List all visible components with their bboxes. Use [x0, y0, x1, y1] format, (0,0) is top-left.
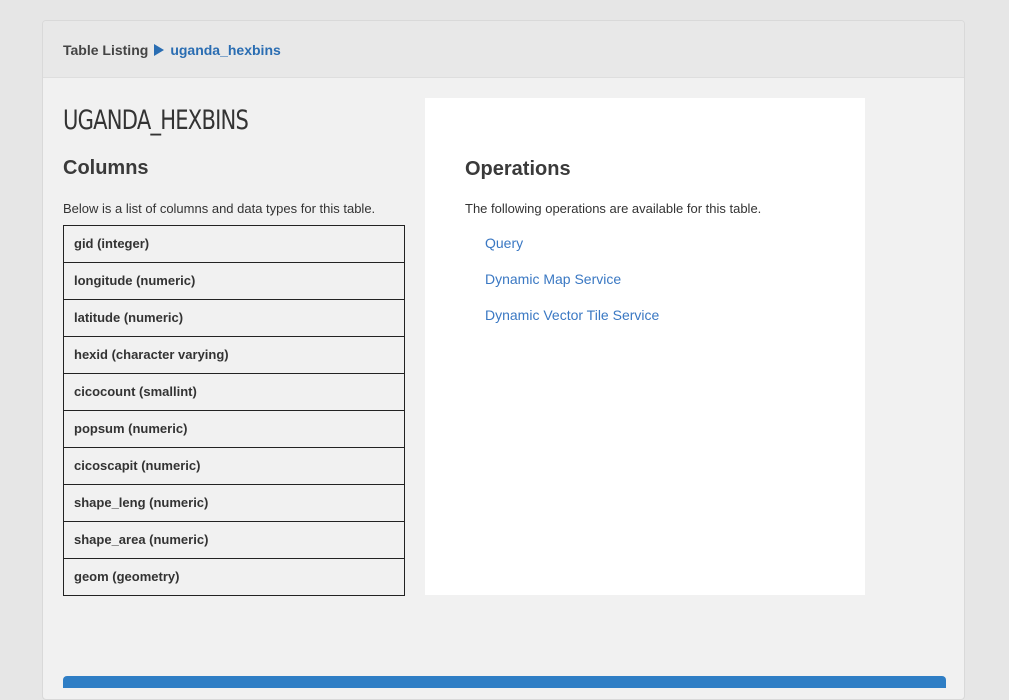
dynamic-map-service-link[interactable]: Dynamic Map Service: [485, 271, 621, 287]
column-item: longitude (numeric): [64, 263, 404, 300]
breadcrumb-current[interactable]: uganda_hexbins: [170, 42, 280, 58]
dynamic-vector-tile-service-link[interactable]: Dynamic Vector Tile Service: [485, 307, 659, 323]
column-item: cicoscapit (numeric): [64, 448, 404, 485]
operation-item: Query: [485, 234, 659, 270]
query-link[interactable]: Query: [485, 235, 523, 251]
columns-heading: Columns: [63, 157, 149, 179]
columns-list: gid (integer) longitude (numeric) latitu…: [63, 225, 405, 596]
breadcrumb-arrow-icon: [154, 44, 165, 56]
column-item: shape_area (numeric): [64, 522, 404, 559]
column-item: shape_leng (numeric): [64, 485, 404, 522]
main-panel: Table Listing uganda_hexbins UGANDA_HEXBI…: [42, 20, 965, 700]
bottom-bar: [63, 676, 946, 688]
breadcrumb-root[interactable]: Table Listing: [63, 42, 148, 58]
operation-item: Dynamic Vector Tile Service: [485, 306, 659, 342]
operations-panel: Operations The following operations are …: [425, 98, 865, 595]
breadcrumb: Table Listing uganda_hexbins: [63, 42, 281, 58]
columns-description: Below is a list of columns and data type…: [63, 201, 376, 216]
operations-heading: Operations: [465, 158, 571, 180]
operation-item: Dynamic Map Service: [485, 270, 659, 306]
column-item: latitude (numeric): [64, 300, 404, 337]
column-item: gid (integer): [64, 226, 404, 263]
operations-list: Query Dynamic Map Service Dynamic Vector…: [485, 234, 659, 342]
page-title: UGANDA_HEXBINS: [63, 105, 249, 136]
breadcrumb-bar: Table Listing uganda_hexbins: [43, 21, 964, 78]
column-item: geom (geometry): [74, 569, 180, 584]
operations-description: The following operations are available f…: [465, 201, 762, 216]
column-item: cicocount (smallint): [64, 374, 404, 411]
column-item: hexid (character varying): [64, 337, 404, 374]
column-item: popsum (numeric): [64, 411, 404, 448]
